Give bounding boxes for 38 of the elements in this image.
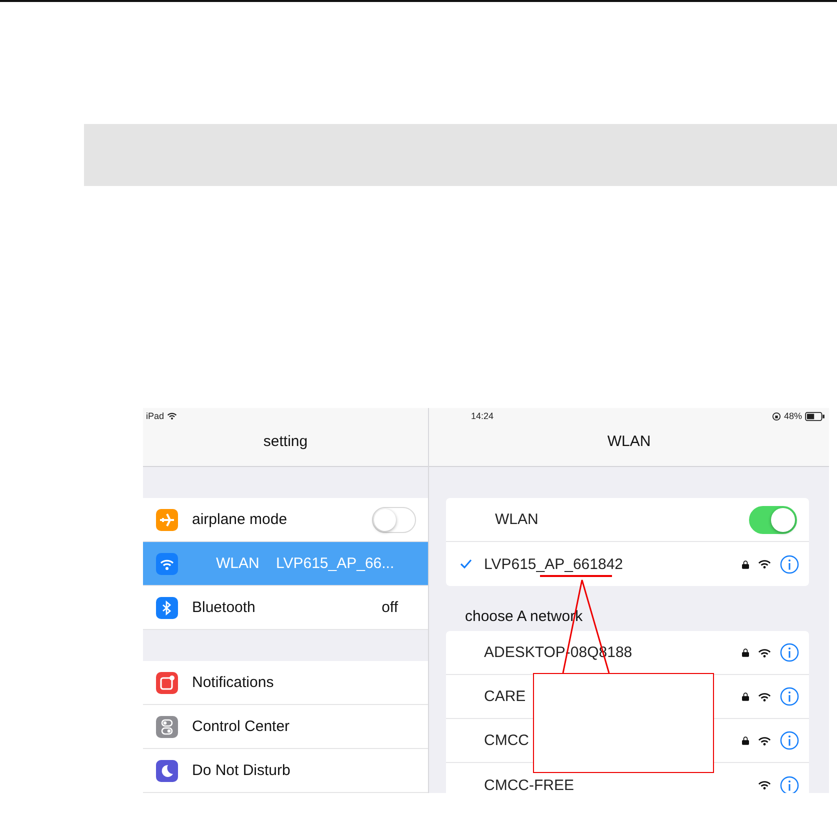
clock-time: 14:24 (471, 411, 494, 421)
carrier-label: iPad (146, 411, 164, 421)
item-label: Control Center (192, 718, 291, 735)
pane-title: setting (262, 433, 309, 450)
wifi-icon (758, 559, 771, 569)
battery-icon (805, 412, 825, 420)
settings-item[interactable]: Control Center (143, 705, 428, 749)
wlan-label: WLAN (495, 511, 538, 528)
wifi-icon (758, 692, 771, 702)
pane-title: WLAN (606, 433, 652, 450)
battery-percent: 48% (784, 411, 802, 421)
settings-item[interactable]: Do Not Disturb (143, 749, 428, 793)
item-label: WLAN (216, 555, 260, 572)
network-name[interactable]: LVP615_AP_661842 (484, 556, 624, 572)
item-label: airplane mode (192, 511, 288, 528)
info-icon[interactable] (780, 643, 799, 662)
settings-item[interactable]: Notifications (143, 661, 428, 705)
info-icon[interactable] (780, 776, 799, 793)
item-value: LVP615_AP_66... (276, 555, 394, 572)
item-label: Notifications (192, 674, 275, 691)
network-name[interactable]: CMCC (484, 732, 529, 749)
info-icon[interactable] (780, 731, 799, 750)
info-icon[interactable] (780, 687, 799, 706)
wifi-icon (758, 736, 771, 746)
wifi-icon (758, 780, 771, 790)
toggle-switch[interactable] (372, 506, 416, 532)
network-name[interactable]: CARE (484, 688, 526, 705)
settings-item[interactable]: Bluetooth off (143, 586, 428, 630)
item-label: Bluetooth (192, 599, 256, 616)
wifi-icon (758, 648, 771, 658)
callout-underline (540, 575, 612, 577)
item-label: Do Not Disturb (192, 762, 292, 779)
wifi-icon (167, 412, 178, 420)
rotation-lock-icon (772, 412, 781, 420)
wlan-toggle[interactable] (749, 506, 797, 534)
network-name[interactable]: CMCC-FREE (484, 776, 574, 793)
info-icon[interactable] (780, 554, 799, 574)
item-value: off (382, 599, 398, 616)
